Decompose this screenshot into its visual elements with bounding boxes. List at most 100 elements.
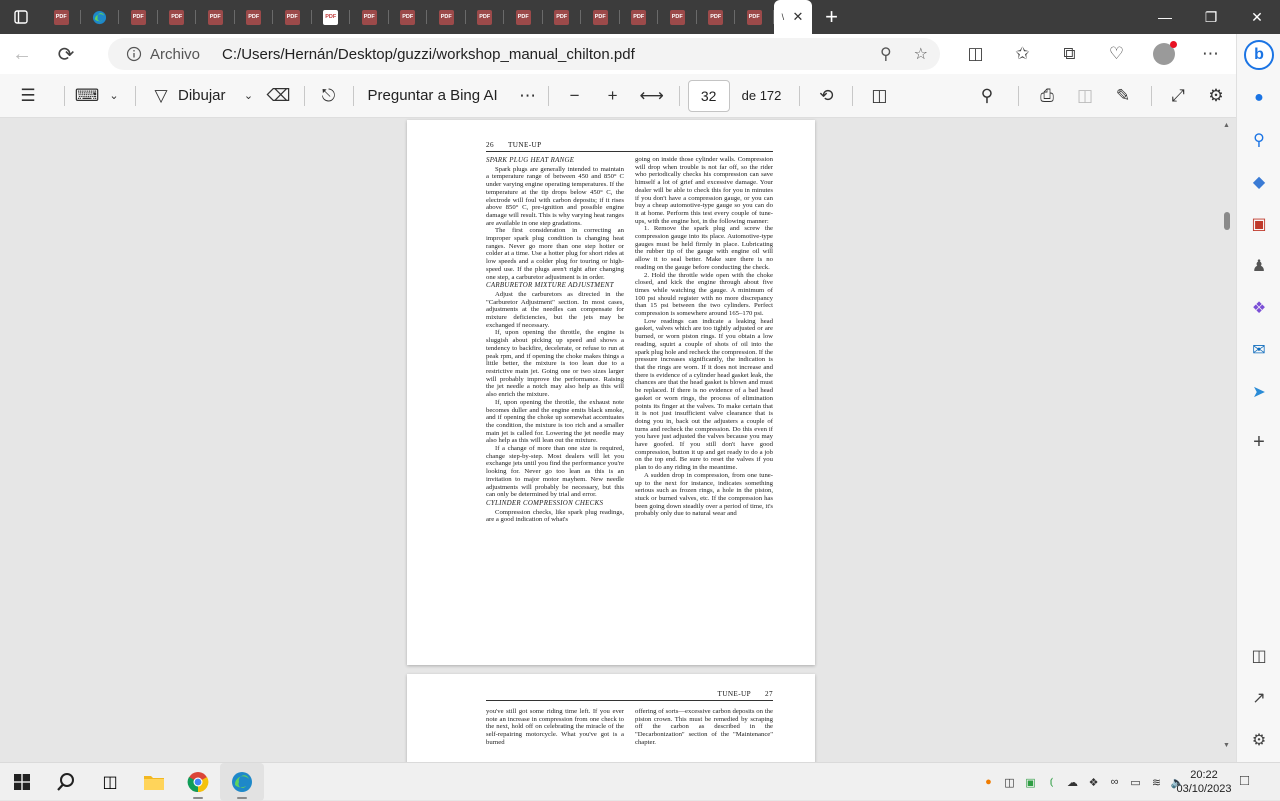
chrome-button[interactable] — [176, 763, 220, 801]
erase-button[interactable]: ⌫ — [262, 74, 296, 118]
collections-button[interactable]: ⧉ — [1046, 34, 1093, 74]
sidebar-notifications[interactable]: ● — [1247, 86, 1271, 110]
link-icon[interactable]: ∞ — [1106, 776, 1123, 788]
draw-dropdown[interactable]: ⌄ — [236, 74, 262, 118]
zoom-out-button[interactable]: − — [557, 74, 593, 118]
close-tab-icon[interactable]: ✕ — [792, 9, 803, 25]
scroll-up-icon[interactable]: ▲ — [1223, 122, 1230, 129]
network-icon[interactable]: ⦅ — [1043, 776, 1060, 789]
pdf-settings-button[interactable]: ⚙ — [1196, 74, 1236, 118]
sidebar-shopping[interactable]: ◆ — [1247, 170, 1271, 194]
fit-page-button[interactable]: ⟷ — [633, 74, 671, 118]
browser-tab[interactable]: PDF — [119, 0, 158, 34]
active-browser-tab[interactable]: \ ✕ — [773, 0, 812, 34]
task-view-button[interactable]: ◫ — [88, 763, 132, 801]
browser-essentials-button[interactable]: ♡ — [1093, 34, 1140, 74]
app-icon[interactable]: ▣ — [1022, 776, 1039, 789]
pen-icon: ▽ — [154, 85, 168, 105]
sidebar-games[interactable]: ♟ — [1247, 254, 1271, 278]
draw-label[interactable]: Dibujar — [178, 87, 226, 104]
section-heading: CYLINDER COMPRESSION CHECKS — [486, 499, 604, 507]
sidebar-drop[interactable]: ➤ — [1247, 380, 1271, 404]
url-text[interactable]: C:/Users/Hernán/Desktop/guzzi/workshop_m… — [222, 46, 635, 63]
cloud-icon[interactable]: ☁ — [1064, 776, 1081, 789]
browser-tab[interactable]: PDF — [196, 0, 235, 34]
sidebar-add[interactable]: + — [1247, 430, 1271, 454]
zoom-icon[interactable]: ⚲ — [880, 44, 892, 64]
save-button[interactable]: ◫ — [1067, 74, 1103, 118]
browser-tab[interactable]: PDF — [697, 0, 736, 34]
address-bar[interactable]: Archivo C:/Users/Hernán/Desktop/guzzi/wo… — [108, 38, 940, 70]
profile-button[interactable] — [1140, 34, 1187, 74]
contents-button[interactable]: ☰ — [0, 74, 56, 118]
sidebar-hide[interactable]: ◫ — [1247, 644, 1271, 668]
browser-tab[interactable]: PDF — [658, 0, 697, 34]
file-explorer-button[interactable] — [132, 763, 176, 801]
browser-tab[interactable]: PDF — [466, 0, 505, 34]
notification-center-button[interactable]: □ — [1240, 772, 1249, 789]
favorite-star-icon[interactable]: ☆ — [914, 44, 928, 64]
print-button[interactable]: ⎙ — [1027, 74, 1067, 118]
browser-tab[interactable]: PDF — [235, 0, 274, 34]
divider — [135, 85, 136, 106]
restore-button[interactable]: ❐ — [1188, 0, 1234, 34]
rotate-button[interactable]: ⟲ — [808, 74, 844, 118]
wifi-icon[interactable]: ≋ — [1148, 776, 1165, 789]
save-as-button[interactable]: ✎ — [1103, 74, 1143, 118]
browser-tab[interactable]: PDF — [504, 0, 543, 34]
pdf-viewer[interactable]: 26 TUNE-UP SPARK PLUG HEAT RANGE Spark pl… — [0, 118, 1236, 762]
add-text-button[interactable]: ⎋ — [313, 74, 345, 118]
tab-actions-button[interactable] — [0, 0, 42, 34]
settings-more-button[interactable]: ⋯ — [1187, 34, 1234, 74]
browser-tab[interactable] — [81, 0, 120, 34]
browser-tab[interactable]: PDF — [543, 0, 582, 34]
system-clock[interactable]: 20:22 03/10/2023 — [1176, 768, 1232, 796]
start-button[interactable] — [0, 763, 44, 801]
sidebar-search[interactable]: ⚲ — [1247, 128, 1271, 152]
favorites-button[interactable]: ✩ — [999, 34, 1046, 74]
sidebar-microsoft-365[interactable]: ❖ — [1247, 296, 1271, 320]
edge-button[interactable] — [220, 762, 264, 801]
vertical-scrollbar[interactable]: ▲ ▼ — [1219, 118, 1236, 762]
browser-tab[interactable]: PDF — [273, 0, 312, 34]
close-window-button[interactable]: ✕ — [1234, 0, 1280, 34]
scrollbar-thumb[interactable] — [1224, 212, 1230, 230]
highlight-dropdown[interactable]: ⌄ — [101, 74, 127, 118]
security-icon[interactable]: ◫ — [1001, 776, 1018, 789]
chess-icon: ♟ — [1251, 258, 1267, 275]
bluetooth-icon[interactable]: ❖ — [1085, 776, 1102, 789]
browser-tab[interactable]: PDF — [427, 0, 466, 34]
new-tab-button[interactable]: + — [812, 0, 852, 34]
page-number-input[interactable]: 32 — [687, 79, 730, 112]
fullscreen-button[interactable]: ⤢ — [1160, 74, 1196, 118]
highlight-button[interactable]: ⌨ — [73, 74, 101, 118]
bing-copilot-button[interactable]: b — [1244, 40, 1274, 70]
split-screen-button[interactable]: ◫ — [952, 34, 999, 74]
sidebar-external[interactable]: ↗ — [1247, 686, 1271, 710]
minimize-button[interactable]: — — [1142, 0, 1188, 34]
browser-tab[interactable]: PDF — [735, 0, 774, 34]
browser-tab[interactable]: PDF — [389, 0, 428, 34]
browser-tab[interactable]: PDF — [42, 0, 81, 34]
browser-tab[interactable]: PDF — [350, 0, 389, 34]
refresh-button[interactable]: ⟳ — [44, 34, 88, 74]
battery-icon[interactable]: ▭ — [1127, 776, 1144, 789]
back-button[interactable]: ← — [0, 34, 44, 74]
sidebar-settings[interactable]: ⚙ — [1247, 728, 1271, 752]
sidebar-tools[interactable]: ▣ — [1247, 212, 1271, 236]
scroll-down-icon[interactable]: ▼ — [1223, 742, 1230, 749]
browser-tab[interactable]: PDF — [158, 0, 197, 34]
paragraph: Low readings can indicate a leaking head… — [635, 317, 773, 472]
browser-tab[interactable]: PDF — [620, 0, 659, 34]
search-taskbar-button[interactable] — [44, 763, 88, 801]
more-tools-button[interactable]: ⋯ — [516, 74, 540, 118]
browser-tab[interactable]: PDF — [312, 0, 351, 34]
sidebar-outlook[interactable]: ✉ — [1247, 338, 1271, 362]
page-view-button[interactable]: ◫ — [861, 74, 897, 118]
draw-button[interactable]: ▽ — [144, 74, 178, 118]
zoom-in-button[interactable]: + — [593, 74, 633, 118]
browser-tab[interactable]: PDF — [581, 0, 620, 34]
find-button[interactable]: ⚲ — [964, 74, 1010, 118]
ask-bing-button[interactable]: Preguntar a Bing AI — [368, 87, 498, 104]
avast-icon[interactable]: ● — [980, 776, 997, 788]
